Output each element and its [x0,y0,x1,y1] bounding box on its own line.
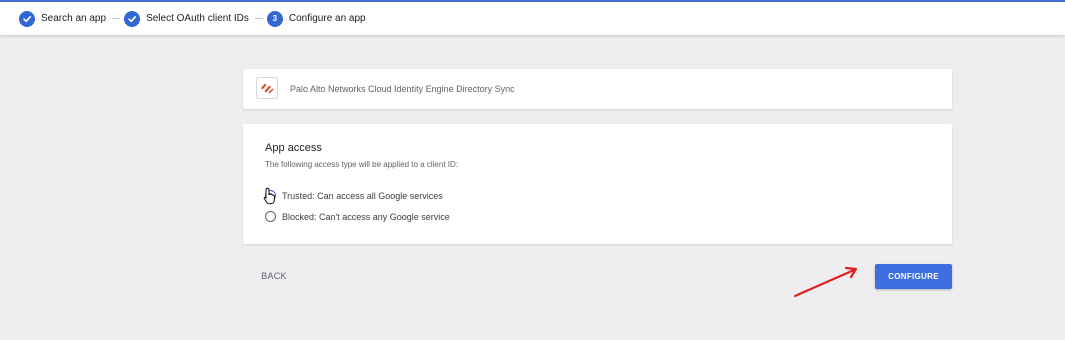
step-number-icon: 3 [266,10,283,27]
check-icon [19,10,35,27]
step-number: 3 [272,14,278,23]
check-icon [124,10,141,27]
back-button[interactable]: BACK [253,265,295,287]
hand-cursor-icon [263,187,277,210]
step-label: Configure an app [288,13,366,24]
app-card: Palo Alto Networks Cloud Identity Engine… [243,69,952,109]
radio-option-blocked[interactable]: Blocked: Can't access any Google service [265,211,450,222]
step-separator [254,18,263,19]
step-select-oauth-client-ids[interactable]: Select OAuth client IDs [124,10,249,27]
app-access-title: App access [265,142,322,154]
stepper-bar: Search an app Select OAuth client IDs 3 … [0,2,1065,35]
annotation-arrow-icon [790,264,870,309]
app-name: Palo Alto Networks Cloud Identity Engine… [290,84,515,94]
step-separator [112,18,121,19]
app-access-card: App access The following access type wil… [243,124,952,244]
configure-button[interactable]: CONFIGURE [875,264,952,289]
radio-button-blocked[interactable] [265,211,276,222]
radio-option-trusted[interactable]: Trusted: Can access all Google services [265,190,443,201]
step-label: Select OAuth client IDs [146,13,249,24]
radio-label-trusted: Trusted: Can access all Google services [282,190,443,201]
app-access-description: The following access type will be applie… [265,160,458,169]
step-configure-an-app[interactable]: 3 Configure an app [266,10,366,27]
step-label: Search an app [41,13,107,24]
palo-alto-networks-logo-icon [256,77,278,99]
step-search-an-app[interactable]: Search an app [19,10,107,27]
radio-label-blocked: Blocked: Can't access any Google service [282,211,450,222]
